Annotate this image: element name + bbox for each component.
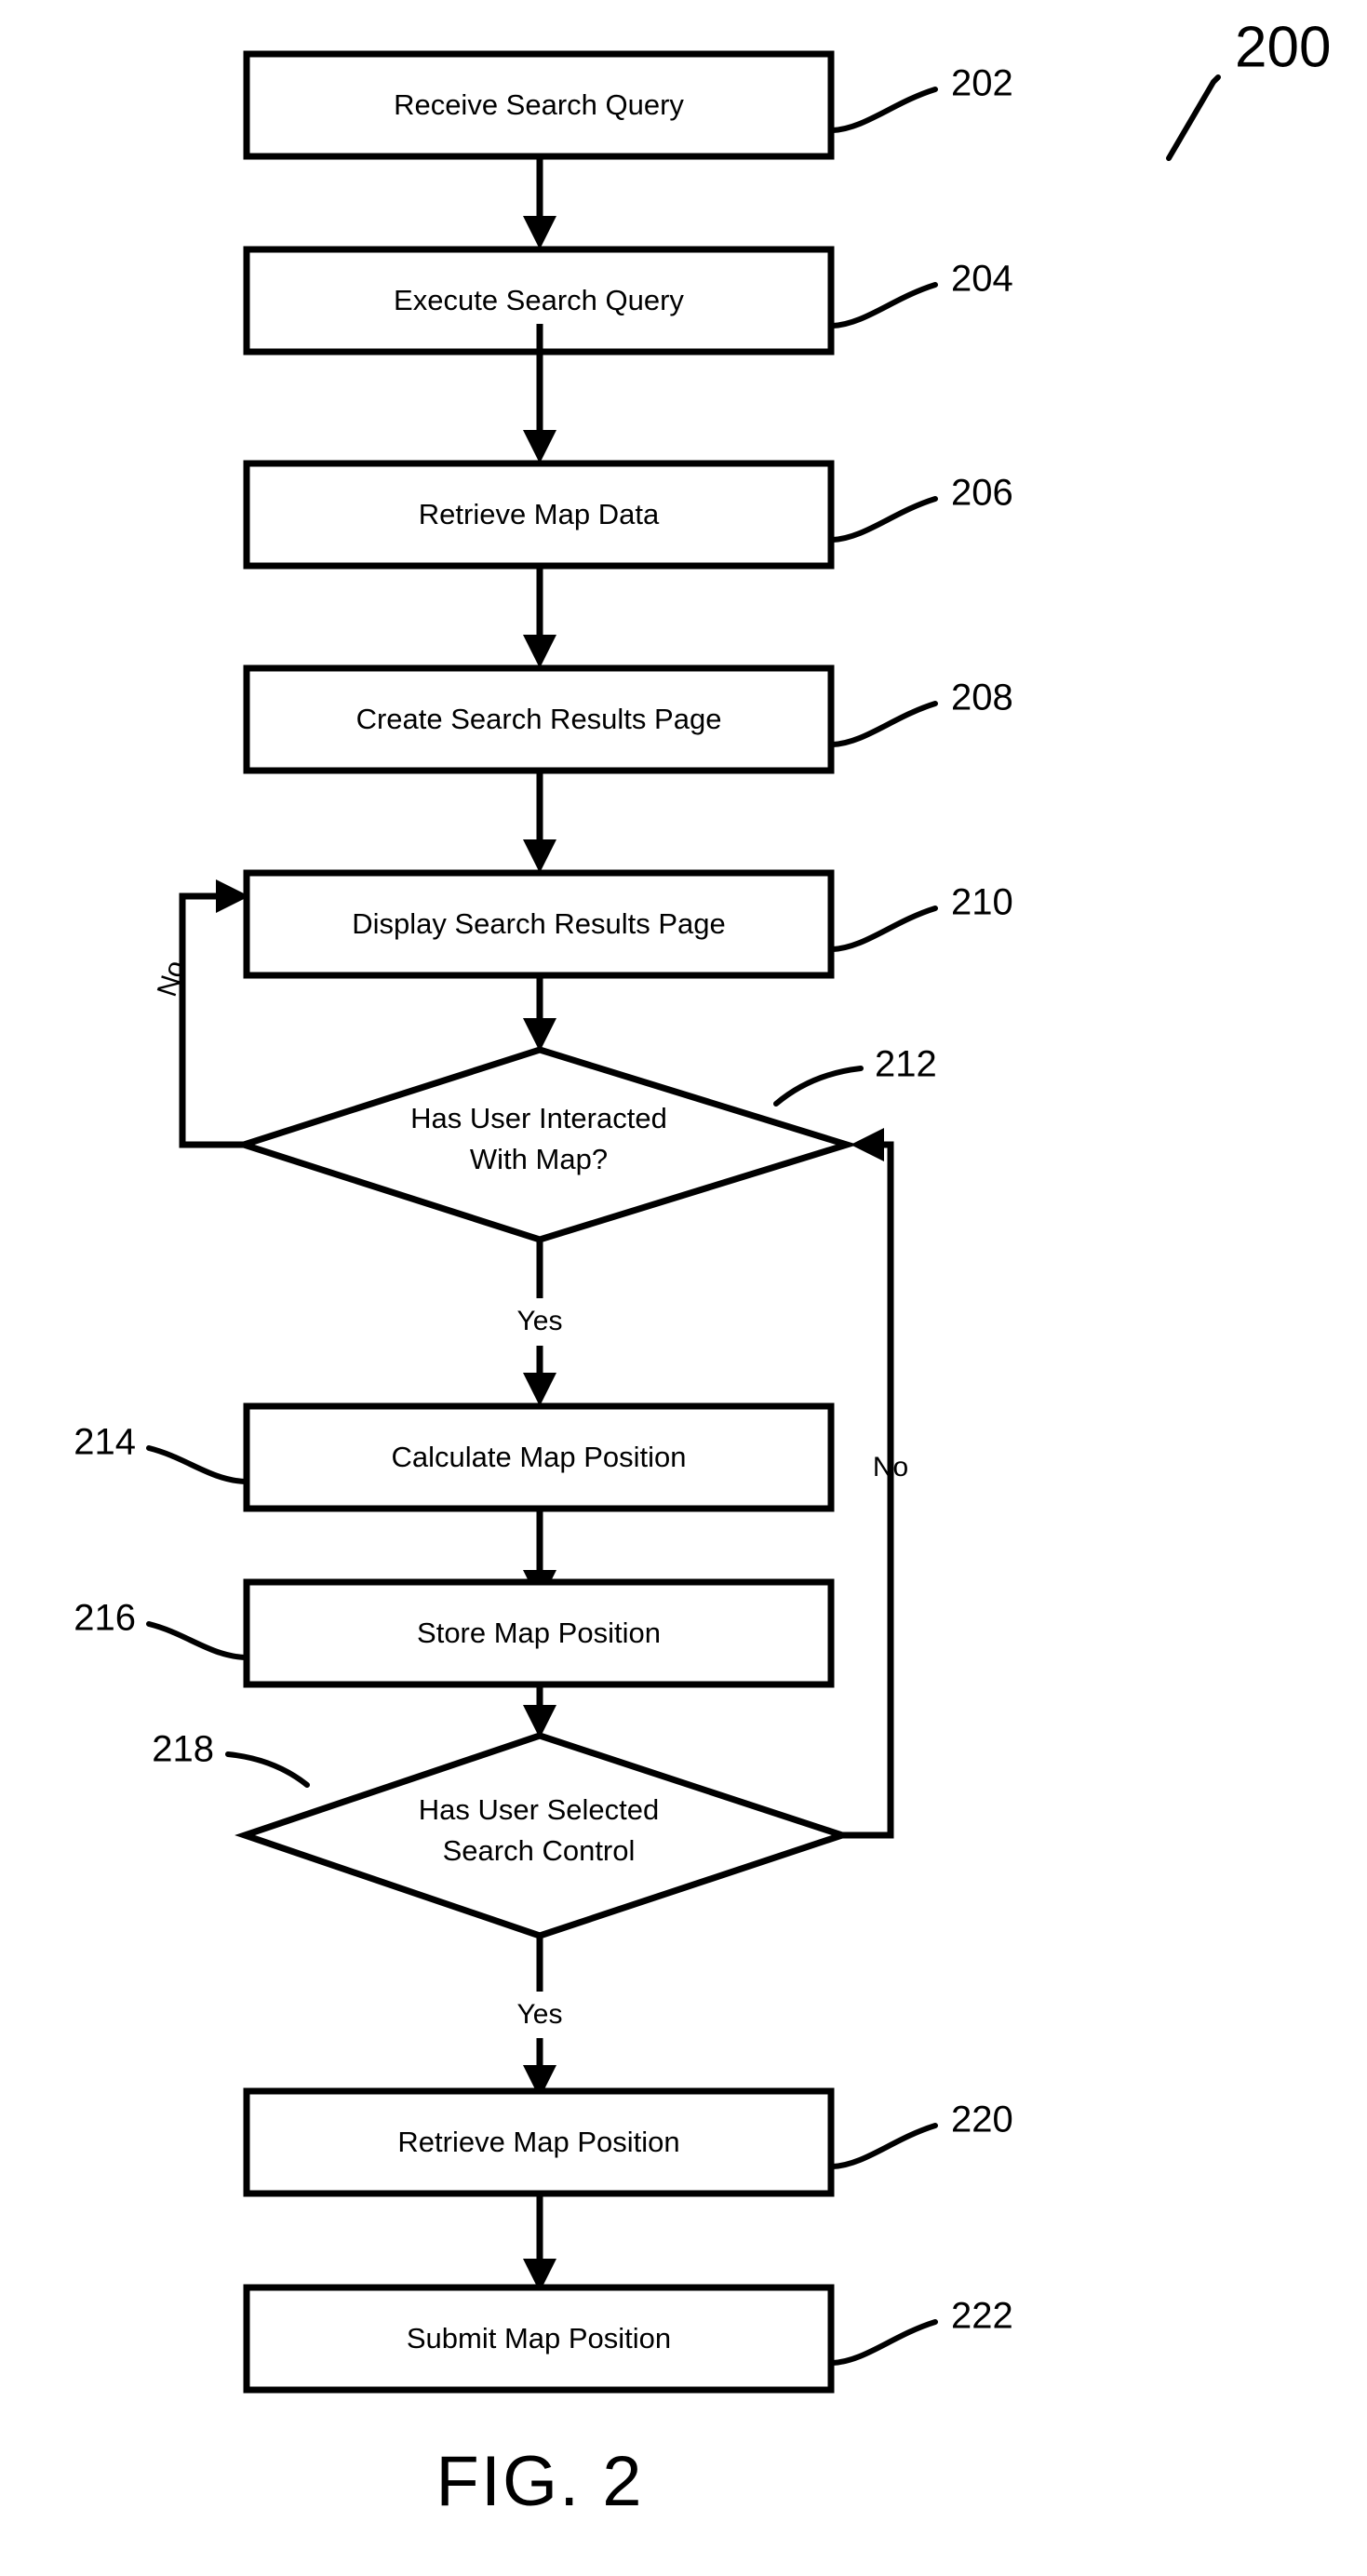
flow-line-212-no-loop	[179, 892, 244, 1148]
arrow-head-204-206	[523, 430, 556, 463]
leader-220	[830, 2123, 938, 2169]
node-label-204: Execute Search Query	[394, 284, 684, 316]
arrow-head-218-no-loop	[851, 1128, 884, 1161]
leader-212	[773, 1066, 864, 1107]
flow-220-to-222	[523, 2194, 556, 2292]
ref-number-214: 214	[74, 1422, 136, 1463]
branch-label-yes-top: Yes	[517, 1306, 563, 1336]
branch-label-no-right: No	[873, 1452, 908, 1483]
node-label-220: Retrieve Map Position	[397, 2126, 679, 2158]
node-label-214: Calculate Map Position	[391, 1441, 686, 1473]
leader-214	[146, 1445, 248, 1484]
node-label-212-line2: With Map?	[470, 1143, 608, 1175]
node-retrieve-map-position[interactable]: Retrieve Map Position 220	[243, 2087, 1013, 2197]
leader-204	[830, 282, 938, 329]
ref-number-210: 210	[951, 882, 1013, 923]
ref-number-206: 206	[951, 473, 1013, 514]
ref-number-218: 218	[152, 1729, 214, 1770]
branch-label-yes-bottom: Yes	[517, 1999, 563, 2030]
node-has-user-selected-search-control[interactable]: Has User Selected Search Control 218	[152, 1729, 853, 1939]
branch-label-no-left: No	[152, 957, 192, 1000]
node-store-map-position[interactable]: Store Map Position 216	[74, 1578, 835, 1688]
flow-216-to-218	[523, 1684, 556, 1738]
ref-number-220: 220	[951, 2100, 1013, 2140]
node-label-218-line2: Search Control	[443, 1834, 636, 1867]
flow-210-to-212	[523, 975, 556, 1052]
leader-202	[830, 87, 938, 133]
figure-ref-number: 200	[1235, 15, 1331, 79]
figure-caption: FIG. 2	[436, 2442, 643, 2521]
arrow-head-208-210	[523, 839, 556, 873]
node-label-216: Store Map Position	[417, 1617, 661, 1649]
node-receive-search-query[interactable]: Receive Search Query 202	[243, 50, 1013, 160]
node-execute-search-query[interactable]: Execute Search Query 204	[243, 246, 1013, 356]
node-label-206: Retrieve Map Data	[419, 498, 660, 530]
leader-206	[830, 496, 938, 543]
ref-number-204: 204	[951, 259, 1013, 300]
flow-212-yes-to-214: Yes	[517, 1240, 563, 1406]
arrow-head-212-yes	[523, 1373, 556, 1406]
patent-figure-2: 200 Receive Search Query 202 Execute Sea…	[0, 0, 1367, 2576]
flow-208-to-210	[523, 771, 556, 873]
figure-ref-leader	[1166, 74, 1221, 161]
node-label-218-line1: Has User Selected	[419, 1793, 659, 1826]
ref-number-222: 222	[951, 2296, 1013, 2337]
node-has-user-interacted-with-map[interactable]: Has User Interacted With Map? 212	[233, 1044, 937, 1243]
figure-ref-200: 200	[1166, 15, 1331, 161]
arrow-head-206-208	[523, 635, 556, 668]
node-calculate-map-position[interactable]: Calculate Map Position 214	[74, 1402, 835, 1512]
node-label-212-line1: Has User Interacted	[410, 1102, 667, 1134]
flow-212-no-to-210: No	[152, 879, 249, 1148]
flow-206-to-208	[523, 566, 556, 668]
leader-218	[225, 1751, 310, 1788]
node-label-222: Submit Map Position	[407, 2322, 671, 2355]
ref-number-212: 212	[875, 1044, 937, 1085]
ref-number-208: 208	[951, 678, 1013, 718]
flow-218-yes-to-220: Yes	[517, 1936, 563, 2099]
leader-210	[830, 906, 938, 952]
node-label-210: Display Search Results Page	[352, 907, 725, 940]
ref-number-216: 216	[74, 1598, 136, 1639]
node-label-208: Create Search Results Page	[356, 703, 722, 735]
flow-218-no-to-212: No	[842, 1128, 908, 1839]
leader-216	[146, 1621, 248, 1660]
node-retrieve-map-data[interactable]: Retrieve Map Data 206	[243, 460, 1013, 570]
node-label-202: Receive Search Query	[394, 88, 684, 121]
node-display-search-results-page[interactable]: Display Search Results Page 210	[243, 869, 1013, 979]
leader-222	[830, 2319, 938, 2366]
flow-202-to-204	[523, 156, 556, 249]
ref-number-202: 202	[951, 63, 1013, 104]
flow-line-218-no-loop	[842, 1141, 894, 1839]
node-submit-map-position[interactable]: Submit Map Position 222	[243, 2284, 1013, 2394]
leader-208	[830, 701, 938, 747]
node-create-search-results-page[interactable]: Create Search Results Page 208	[243, 664, 1013, 774]
arrow-head-202-204	[523, 216, 556, 249]
